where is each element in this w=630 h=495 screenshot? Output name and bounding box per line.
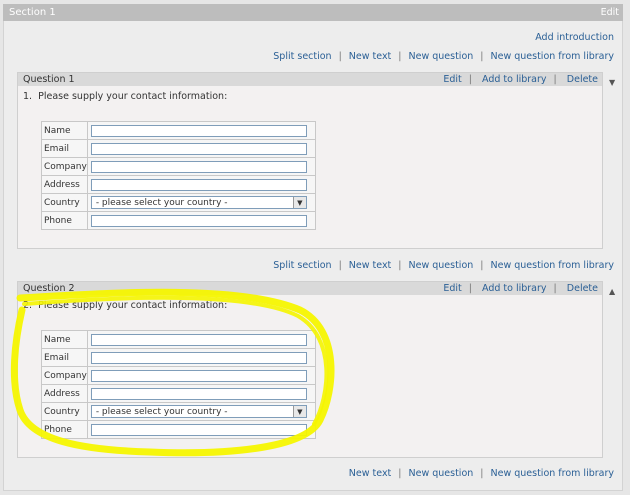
question-title: Question 1 (23, 74, 75, 85)
delete-link[interactable]: Delete (567, 74, 598, 85)
contact-form-table: Name Email Company Address Country - plea… (41, 121, 316, 230)
form-row-email: Email (41, 139, 316, 158)
question-block-2: Question 2 Edit | Add to library | Delete … (17, 281, 603, 458)
question-header: Question 2 Edit | Add to library | Delete (18, 282, 602, 295)
new-question-link[interactable]: New question (409, 468, 474, 479)
form-row-name: Name (41, 121, 316, 140)
new-text-link[interactable]: New text (349, 260, 392, 271)
new-question-link[interactable]: New question (409, 51, 474, 62)
field-label: Name (41, 330, 88, 349)
section-header: Section 1 Edit (3, 4, 623, 21)
field-label: Company (41, 366, 88, 385)
form-row-company: Company (41, 157, 316, 176)
field-label: Address (41, 175, 88, 194)
form-row-company: Company (41, 366, 316, 385)
dropdown-arrow-icon[interactable]: ▼ (292, 406, 306, 417)
email-input[interactable] (90, 351, 307, 364)
field-label: Email (41, 139, 88, 158)
form-row-country: Country - please select your country - ▼ (41, 402, 316, 421)
dropdown-arrow-icon[interactable]: ▼ (292, 197, 306, 208)
field-label: Company (41, 157, 88, 176)
field-label: Phone (41, 420, 88, 439)
toolbar-bottom: New text | New question | New question fro… (348, 468, 615, 479)
toolbar-middle: Split section | New text | New question | N… (273, 260, 614, 271)
new-question-from-library-link[interactable]: New question from library (491, 51, 615, 62)
new-text-link[interactable]: New text (349, 51, 392, 62)
form-row-country: Country - please select your country - ▼ (41, 193, 316, 212)
field-label: Address (41, 384, 88, 403)
form-row-phone: Phone (41, 420, 316, 439)
country-select[interactable]: - please select your country - ▼ (90, 196, 307, 209)
country-select[interactable]: - please select your country - ▼ (90, 405, 307, 418)
new-question-from-library-link[interactable]: New question from library (491, 468, 615, 479)
question-edit-link[interactable]: Edit (443, 74, 461, 85)
section-body: Add introduction Split section | New text… (3, 21, 623, 491)
form-row-address: Address (41, 384, 316, 403)
add-to-library-link[interactable]: Add to library (482, 74, 547, 85)
section-edit-link[interactable]: Edit (601, 7, 619, 18)
new-text-link[interactable]: New text (349, 468, 392, 479)
company-input[interactable] (90, 160, 307, 173)
question-block-1: Question 1 Edit | Add to library | Delete … (17, 72, 603, 249)
address-input[interactable] (90, 178, 307, 191)
new-question-from-library-link[interactable]: New question from library (491, 260, 615, 271)
question-text: 2. Please supply your contact informatio… (23, 300, 228, 311)
split-section-link[interactable]: Split section (273, 260, 331, 271)
contact-form-table: Name Email Company Address Country - plea… (41, 330, 316, 439)
new-question-link[interactable]: New question (409, 260, 474, 271)
field-label: Phone (41, 211, 88, 230)
field-label: Country (41, 193, 88, 212)
name-input[interactable] (90, 333, 307, 346)
split-section-link[interactable]: Split section (273, 51, 331, 62)
company-input[interactable] (90, 369, 307, 382)
expand-arrow-icon[interactable]: ▲ (609, 287, 615, 296)
form-row-phone: Phone (41, 211, 316, 230)
collapse-arrow-icon[interactable]: ▼ (609, 78, 615, 87)
section-title: Section 1 (9, 7, 56, 18)
question-title: Question 2 (23, 283, 75, 294)
question-header: Question 1 Edit | Add to library | Delete (18, 73, 602, 86)
form-row-address: Address (41, 175, 316, 194)
toolbar-top: Split section | New text | New question | N… (273, 51, 614, 62)
add-to-library-link[interactable]: Add to library (482, 283, 547, 294)
form-row-name: Name (41, 330, 316, 349)
field-label: Name (41, 121, 88, 140)
name-input[interactable] (90, 124, 307, 137)
delete-link[interactable]: Delete (567, 283, 598, 294)
form-row-email: Email (41, 348, 316, 367)
address-input[interactable] (90, 387, 307, 400)
phone-input[interactable] (90, 423, 307, 436)
add-introduction-link[interactable]: Add introduction (535, 32, 614, 43)
email-input[interactable] (90, 142, 307, 155)
question-text: 1. Please supply your contact informatio… (23, 91, 228, 102)
question-edit-link[interactable]: Edit (443, 283, 461, 294)
field-label: Email (41, 348, 88, 367)
phone-input[interactable] (90, 214, 307, 227)
field-label: Country (41, 402, 88, 421)
